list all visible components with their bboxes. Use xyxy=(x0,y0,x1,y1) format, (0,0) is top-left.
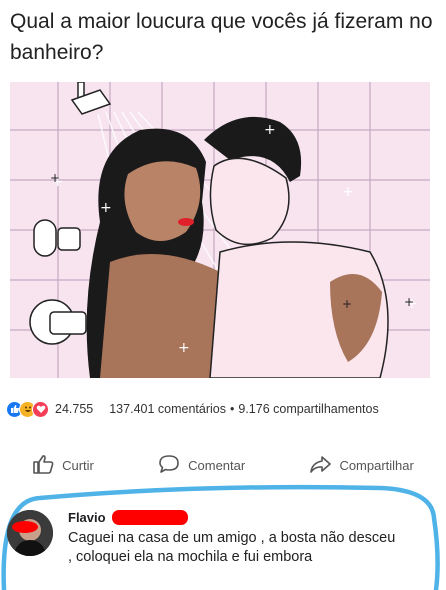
comment-button[interactable]: Comentar xyxy=(158,454,245,477)
comment-author[interactable]: Flavio xyxy=(68,510,106,525)
love-icon xyxy=(32,400,49,418)
post-text: Qual a maior loucura que vocês já fizera… xyxy=(10,10,433,64)
svg-text:+: + xyxy=(264,122,276,138)
svg-text:+: + xyxy=(342,184,354,200)
post-image[interactable]: + + + + + + + + + xyxy=(10,82,430,378)
svg-text:+: + xyxy=(50,171,60,185)
share-button[interactable]: Compartilhar xyxy=(309,454,414,477)
share-label: Compartilhar xyxy=(339,457,414,473)
comment: Flavio Caguei na casa de um amigo , a bo… xyxy=(0,502,446,590)
like-label: Curtir xyxy=(62,457,94,473)
thumbs-up-icon xyxy=(32,454,54,477)
svg-text:+: + xyxy=(178,340,190,356)
share-arrow-icon xyxy=(309,454,332,477)
name-redaction xyxy=(111,510,188,525)
actions-bar: Curtir Comentar Compartilhar xyxy=(0,448,446,482)
comment-body: Caguei na casa de um amigo , a bosta não… xyxy=(68,530,396,565)
comment-bubble: Flavio Caguei na casa de um amigo , a bo… xyxy=(68,510,438,567)
speech-bubble-icon xyxy=(158,454,180,477)
post-stats: 137.401 comentários • 9.176 compartilham… xyxy=(109,402,379,416)
svg-text:+: + xyxy=(342,297,352,311)
reactions-bar: 24.755 137.401 comentários • 9.176 compa… xyxy=(6,398,442,420)
reaction-count[interactable]: 24.755 xyxy=(55,402,93,416)
avatar[interactable] xyxy=(7,510,53,556)
svg-text:+: + xyxy=(404,295,414,309)
like-button[interactable]: Curtir xyxy=(32,454,94,477)
shares-count[interactable]: 9.176 compartilhamentos xyxy=(238,402,378,416)
reaction-icons[interactable] xyxy=(6,400,49,418)
shower-illustration: + + + + + + + + + xyxy=(10,82,430,378)
comments-count[interactable]: 137.401 comentários xyxy=(109,402,226,416)
avatar-redaction xyxy=(12,521,38,533)
comment-author-row: Flavio xyxy=(68,510,438,525)
svg-text:+: + xyxy=(100,200,112,216)
stats-separator: • xyxy=(229,402,235,416)
comment-label: Comentar xyxy=(188,457,246,473)
